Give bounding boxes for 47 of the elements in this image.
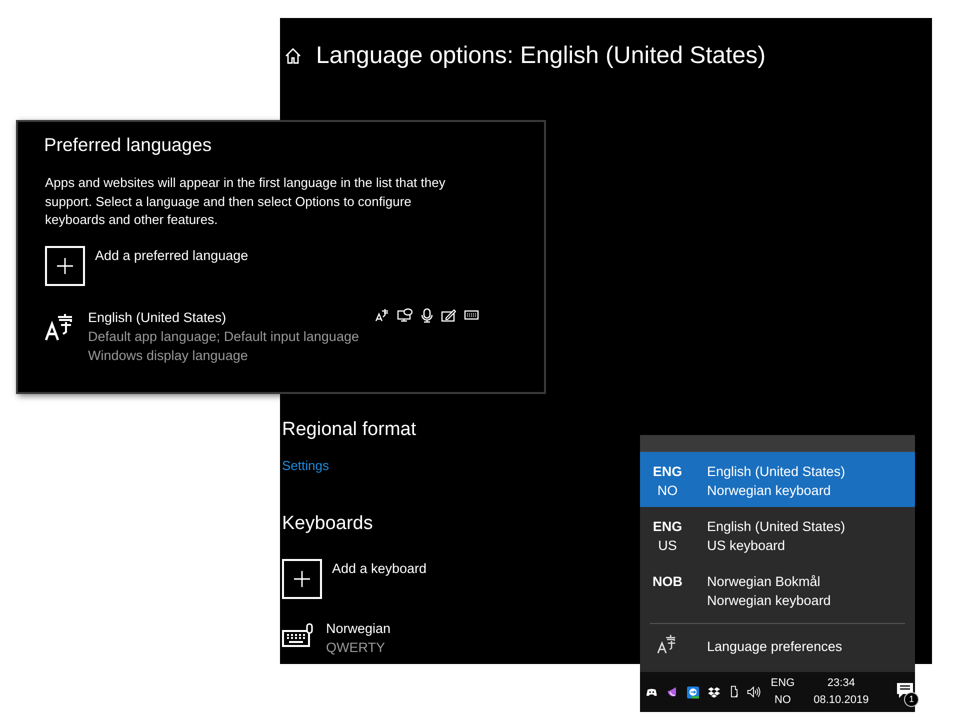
language-pack-icon bbox=[375, 308, 389, 322]
speaker-icon[interactable] bbox=[747, 685, 762, 699]
language-name: English (United States) bbox=[707, 463, 846, 481]
section-heading: Keyboards bbox=[282, 513, 373, 535]
keyboard-icon bbox=[464, 310, 479, 320]
input-method-item[interactable]: ENG NO English (United States) Norwegian keyboard bbox=[640, 452, 915, 507]
notification-badge: 1 bbox=[904, 692, 920, 707]
input-method-item[interactable]: ENG US English (United States) US keyboard bbox=[640, 507, 915, 562]
language-code: ENG bbox=[652, 463, 682, 481]
add-language-button[interactable] bbox=[45, 246, 85, 286]
page-title: Language options: English (United States) bbox=[316, 42, 766, 70]
region-code: NO bbox=[657, 482, 678, 500]
panel-description: Apps and websites will appear in the first language in the list that they support. Select a language and then select Options to configure keyboards and other features. bbox=[45, 174, 446, 229]
language-detail: Default app language; Default input language bbox=[88, 328, 359, 346]
language-preferences-link[interactable]: Language preferences bbox=[707, 639, 842, 654]
keyboard-name: US keyboard bbox=[707, 537, 786, 555]
language-name: English (United States) bbox=[707, 518, 846, 536]
dropbox-icon[interactable] bbox=[708, 686, 720, 698]
usb-drive-icon[interactable] bbox=[728, 684, 738, 700]
app-icon[interactable] bbox=[666, 685, 678, 699]
region-code: US bbox=[658, 537, 677, 555]
plus-icon bbox=[292, 569, 312, 589]
remote-desktop-icon[interactable] bbox=[686, 684, 699, 700]
language-name[interactable]: English (United States) bbox=[88, 308, 359, 326]
home-icon[interactable] bbox=[284, 47, 302, 65]
panel-title: Preferred languages bbox=[44, 134, 212, 156]
input-method-item[interactable]: NOB Norwegian Bokmål Norwegian keyboard bbox=[640, 562, 915, 617]
language-code: NOB bbox=[652, 573, 682, 591]
section-heading: Regional format bbox=[282, 419, 416, 441]
game-controller-icon[interactable] bbox=[646, 686, 658, 698]
language-name: Norwegian Bokmål bbox=[707, 573, 822, 591]
add-language-label[interactable]: Add a preferred language bbox=[95, 248, 248, 286]
add-keyboard-label[interactable]: Add a keyboard bbox=[332, 561, 427, 576]
plus-icon bbox=[55, 256, 75, 276]
keyboard-name: Norwegian keyboard bbox=[707, 592, 831, 610]
language-icon bbox=[44, 312, 74, 342]
settings-link[interactable]: Settings bbox=[282, 458, 329, 473]
language-detail: Windows display language bbox=[88, 346, 249, 364]
handwriting-icon bbox=[441, 308, 456, 322]
keyboard-name: Norwegian keyboard bbox=[707, 482, 832, 500]
input-indicator[interactable]: ENG NO bbox=[770, 675, 795, 709]
language-code: ENG bbox=[652, 518, 682, 536]
clock[interactable]: 23:34 08.10.2019 bbox=[814, 675, 869, 709]
keyboard-name[interactable]: Norwegian bbox=[326, 619, 391, 638]
add-keyboard-button[interactable] bbox=[282, 559, 322, 599]
keyboard-layout: QWERTY bbox=[326, 639, 386, 657]
microphone-icon bbox=[421, 308, 433, 322]
